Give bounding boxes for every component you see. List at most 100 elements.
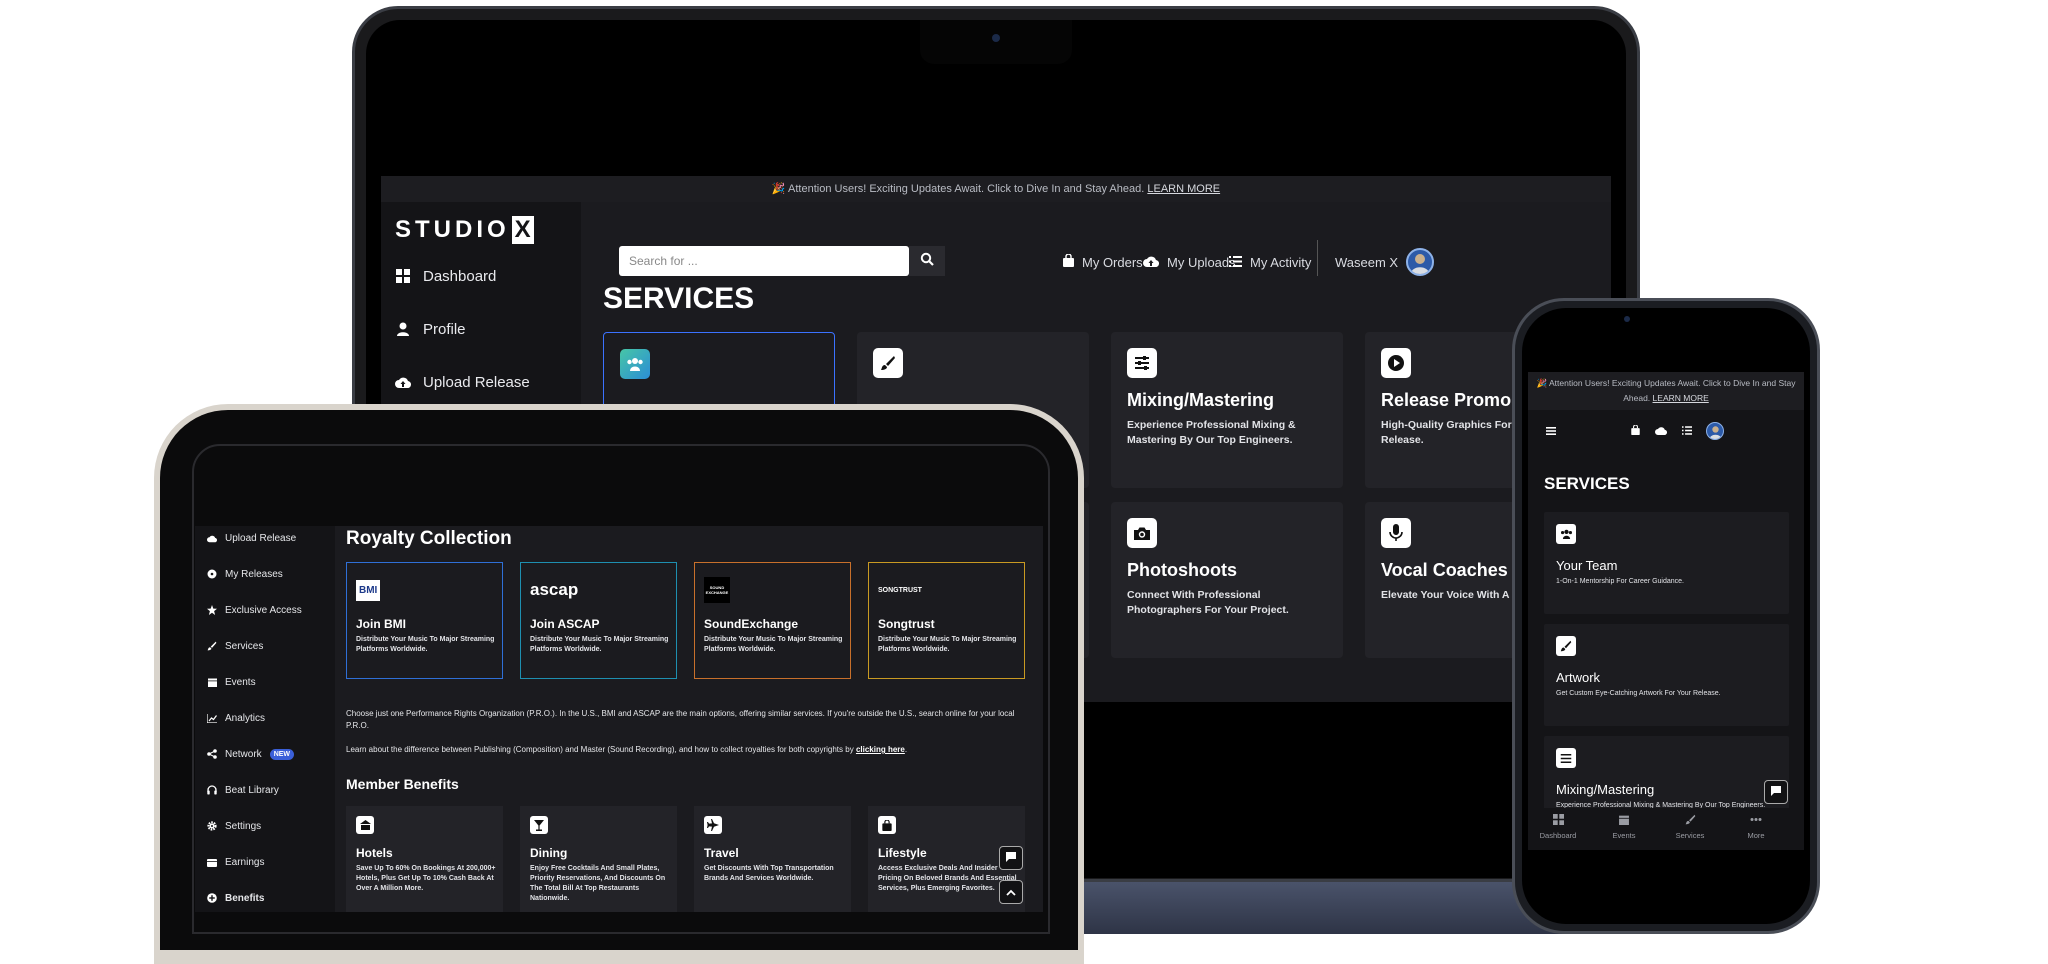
sidebar-item-services[interactable]: Services [207, 636, 263, 656]
cocktail-icon [530, 816, 548, 834]
my-orders-label: My Orders [1082, 254, 1143, 270]
songtrust-logo: SONGTRUST [878, 586, 922, 594]
studio-x-logo[interactable]: STUDIO X [395, 216, 555, 246]
tab-more[interactable]: More [1726, 814, 1786, 848]
user-icon [395, 321, 411, 337]
royalty-card-soundexchange[interactable]: SOUND EXCHANGE SoundExchange Distribute … [694, 562, 851, 679]
tab-services[interactable]: Services [1660, 814, 1720, 848]
tab-dashboard[interactable]: Dashboard [1528, 814, 1588, 848]
service-card-mixing-mastering[interactable]: Mixing/Mastering Experience Professional… [1111, 332, 1343, 488]
sidebar-item-benefits[interactable]: Benefits [207, 888, 264, 908]
sidebar-item-exclusive-access[interactable]: Exclusive Access [207, 600, 302, 620]
benefit-card-hotels[interactable]: Hotels Save Up To 60% On Bookings At 200… [346, 806, 503, 912]
sidebar-item-analytics[interactable]: Analytics [207, 708, 265, 728]
service-card-photoshoots[interactable]: Photoshoots Connect With Professional Ph… [1111, 502, 1343, 658]
my-orders-button[interactable] [1628, 424, 1642, 438]
menu-button[interactable] [1544, 424, 1558, 438]
my-uploads-link[interactable]: My Uploads [1143, 250, 1236, 274]
learn-text: Learn about the difference between Publi… [346, 745, 908, 754]
announcement-banner[interactable]: 🎉 Attention Users! Exciting Updates Awai… [1528, 372, 1804, 410]
phone-dynamic-island [1610, 308, 1722, 348]
search-button[interactable] [909, 246, 945, 276]
benefit-card-dining[interactable]: Dining Enjoy Free Cocktails And Small Pl… [520, 806, 677, 912]
card-title: Lifestyle [878, 846, 927, 860]
party-icon: 🎉 [771, 183, 786, 195]
banner-text: Attention Users! Exciting Updates Await.… [788, 183, 1145, 195]
sidebar-item-label: Services [225, 640, 264, 652]
camera-icon [1127, 518, 1157, 548]
chat-icon [1006, 849, 1016, 867]
card-description: Experience Professional Mixing & Masteri… [1127, 419, 1296, 446]
play-icon [1381, 348, 1411, 378]
card-title: Release Promo [1381, 390, 1512, 410]
brush-icon [873, 348, 903, 378]
bmi-logo: BMI [356, 577, 381, 603]
team-icon [1556, 524, 1576, 544]
tab-events[interactable]: Events [1594, 814, 1654, 848]
sidebar-item-label: Analytics [225, 712, 266, 724]
my-orders-link[interactable]: My Orders [1063, 250, 1143, 274]
ascap-logo: ascap [530, 580, 579, 599]
sidebar-item-events[interactable]: Events [207, 672, 256, 692]
laptop-camera [992, 34, 1000, 42]
cloud-upload-icon [1655, 422, 1668, 440]
chat-button[interactable] [1764, 780, 1788, 804]
star-icon [207, 605, 217, 615]
announcement-banner[interactable]: 🎉 Attention Users! Exciting Updates Awai… [381, 176, 1611, 202]
plane-icon [704, 816, 722, 834]
my-uploads-button[interactable] [1654, 424, 1668, 438]
benefit-card-travel[interactable]: Travel Get Discounts With Top Transporta… [694, 806, 851, 912]
card-title: Vocal Coaches [1381, 560, 1508, 580]
sidebar-item-label: Exclusive Access [225, 604, 302, 616]
royalty-card-songtrust[interactable]: SONGTRUST Songtrust Distribute Your Musi… [868, 562, 1025, 679]
sidebar-item-upload-release[interactable]: Upload Release [391, 364, 571, 400]
card-description: Get Discounts With Top Transportation Br… [704, 865, 834, 882]
avatar[interactable] [1706, 422, 1724, 440]
cloud-upload-icon [1143, 255, 1160, 270]
hamburger-icon [1546, 422, 1556, 440]
list-icon [1682, 422, 1692, 440]
cloud-upload-icon [395, 374, 411, 390]
dashboard-icon [395, 268, 411, 284]
list-icon [1229, 255, 1242, 270]
hotel-icon [356, 816, 374, 834]
learn-more-link[interactable]: LEARN MORE [1147, 183, 1220, 195]
tab-label: Services [1675, 831, 1705, 840]
sidebar-item-dashboard[interactable]: Dashboard [391, 258, 571, 294]
royalty-card-ascap[interactable]: ascap Join ASCAP Distribute Your Music T… [520, 562, 677, 679]
sidebar-item-settings[interactable]: Settings [207, 816, 261, 836]
tab-label: Events [1612, 831, 1636, 840]
card-title: SoundExchange [704, 617, 799, 631]
service-card-your-team[interactable]: Your Team 1-On-1 Mentorship For Career G… [1544, 512, 1789, 614]
sidebar-item-label: Earnings [225, 856, 265, 868]
sidebar-item-network[interactable]: Network NEW [207, 744, 295, 764]
card-title: Songtrust [878, 617, 935, 631]
clicking-here-link[interactable]: clicking here [856, 745, 905, 754]
royalty-card-bmi[interactable]: BMI Join BMI Distribute Your Music To Ma… [346, 562, 503, 679]
more-icon [1750, 814, 1762, 827]
scroll-top-button[interactable] [999, 880, 1023, 904]
share-icon [207, 749, 217, 759]
user-menu[interactable]: Waseem X [1335, 248, 1435, 276]
brush-icon [1685, 814, 1696, 827]
chat-button[interactable] [999, 846, 1023, 870]
search-input[interactable]: Search for ... [619, 246, 909, 276]
sidebar-item-upload-release[interactable]: Upload Release [207, 528, 296, 548]
learn-more-link[interactable]: LEARN MORE [1653, 393, 1709, 403]
sidebar-item-my-releases[interactable]: My Releases [207, 564, 283, 584]
topbar-divider [1317, 240, 1318, 276]
plus-circle-icon [207, 893, 217, 903]
service-card-artwork[interactable]: Artwork Get Custom Eye-Catching Artwork … [1544, 624, 1789, 726]
sidebar-item-label: Benefits [225, 892, 265, 904]
my-activity-button[interactable] [1680, 424, 1694, 438]
dashboard-icon [1552, 814, 1564, 827]
sidebar-item-beat-library[interactable]: Beat Library [207, 780, 279, 800]
my-activity-link[interactable]: My Activity [1229, 250, 1311, 274]
sidebar-item-earnings[interactable]: Earnings [207, 852, 264, 872]
laptop-notch [920, 20, 1072, 64]
sidebar-item-profile[interactable]: Profile [391, 311, 571, 347]
card-description: Distribute Your Music To Major Streaming… [878, 636, 1017, 653]
card-title: Artwork [1556, 670, 1601, 685]
card-title: Dining [530, 846, 568, 860]
sidebar-item-label: Dashboard [423, 267, 497, 285]
